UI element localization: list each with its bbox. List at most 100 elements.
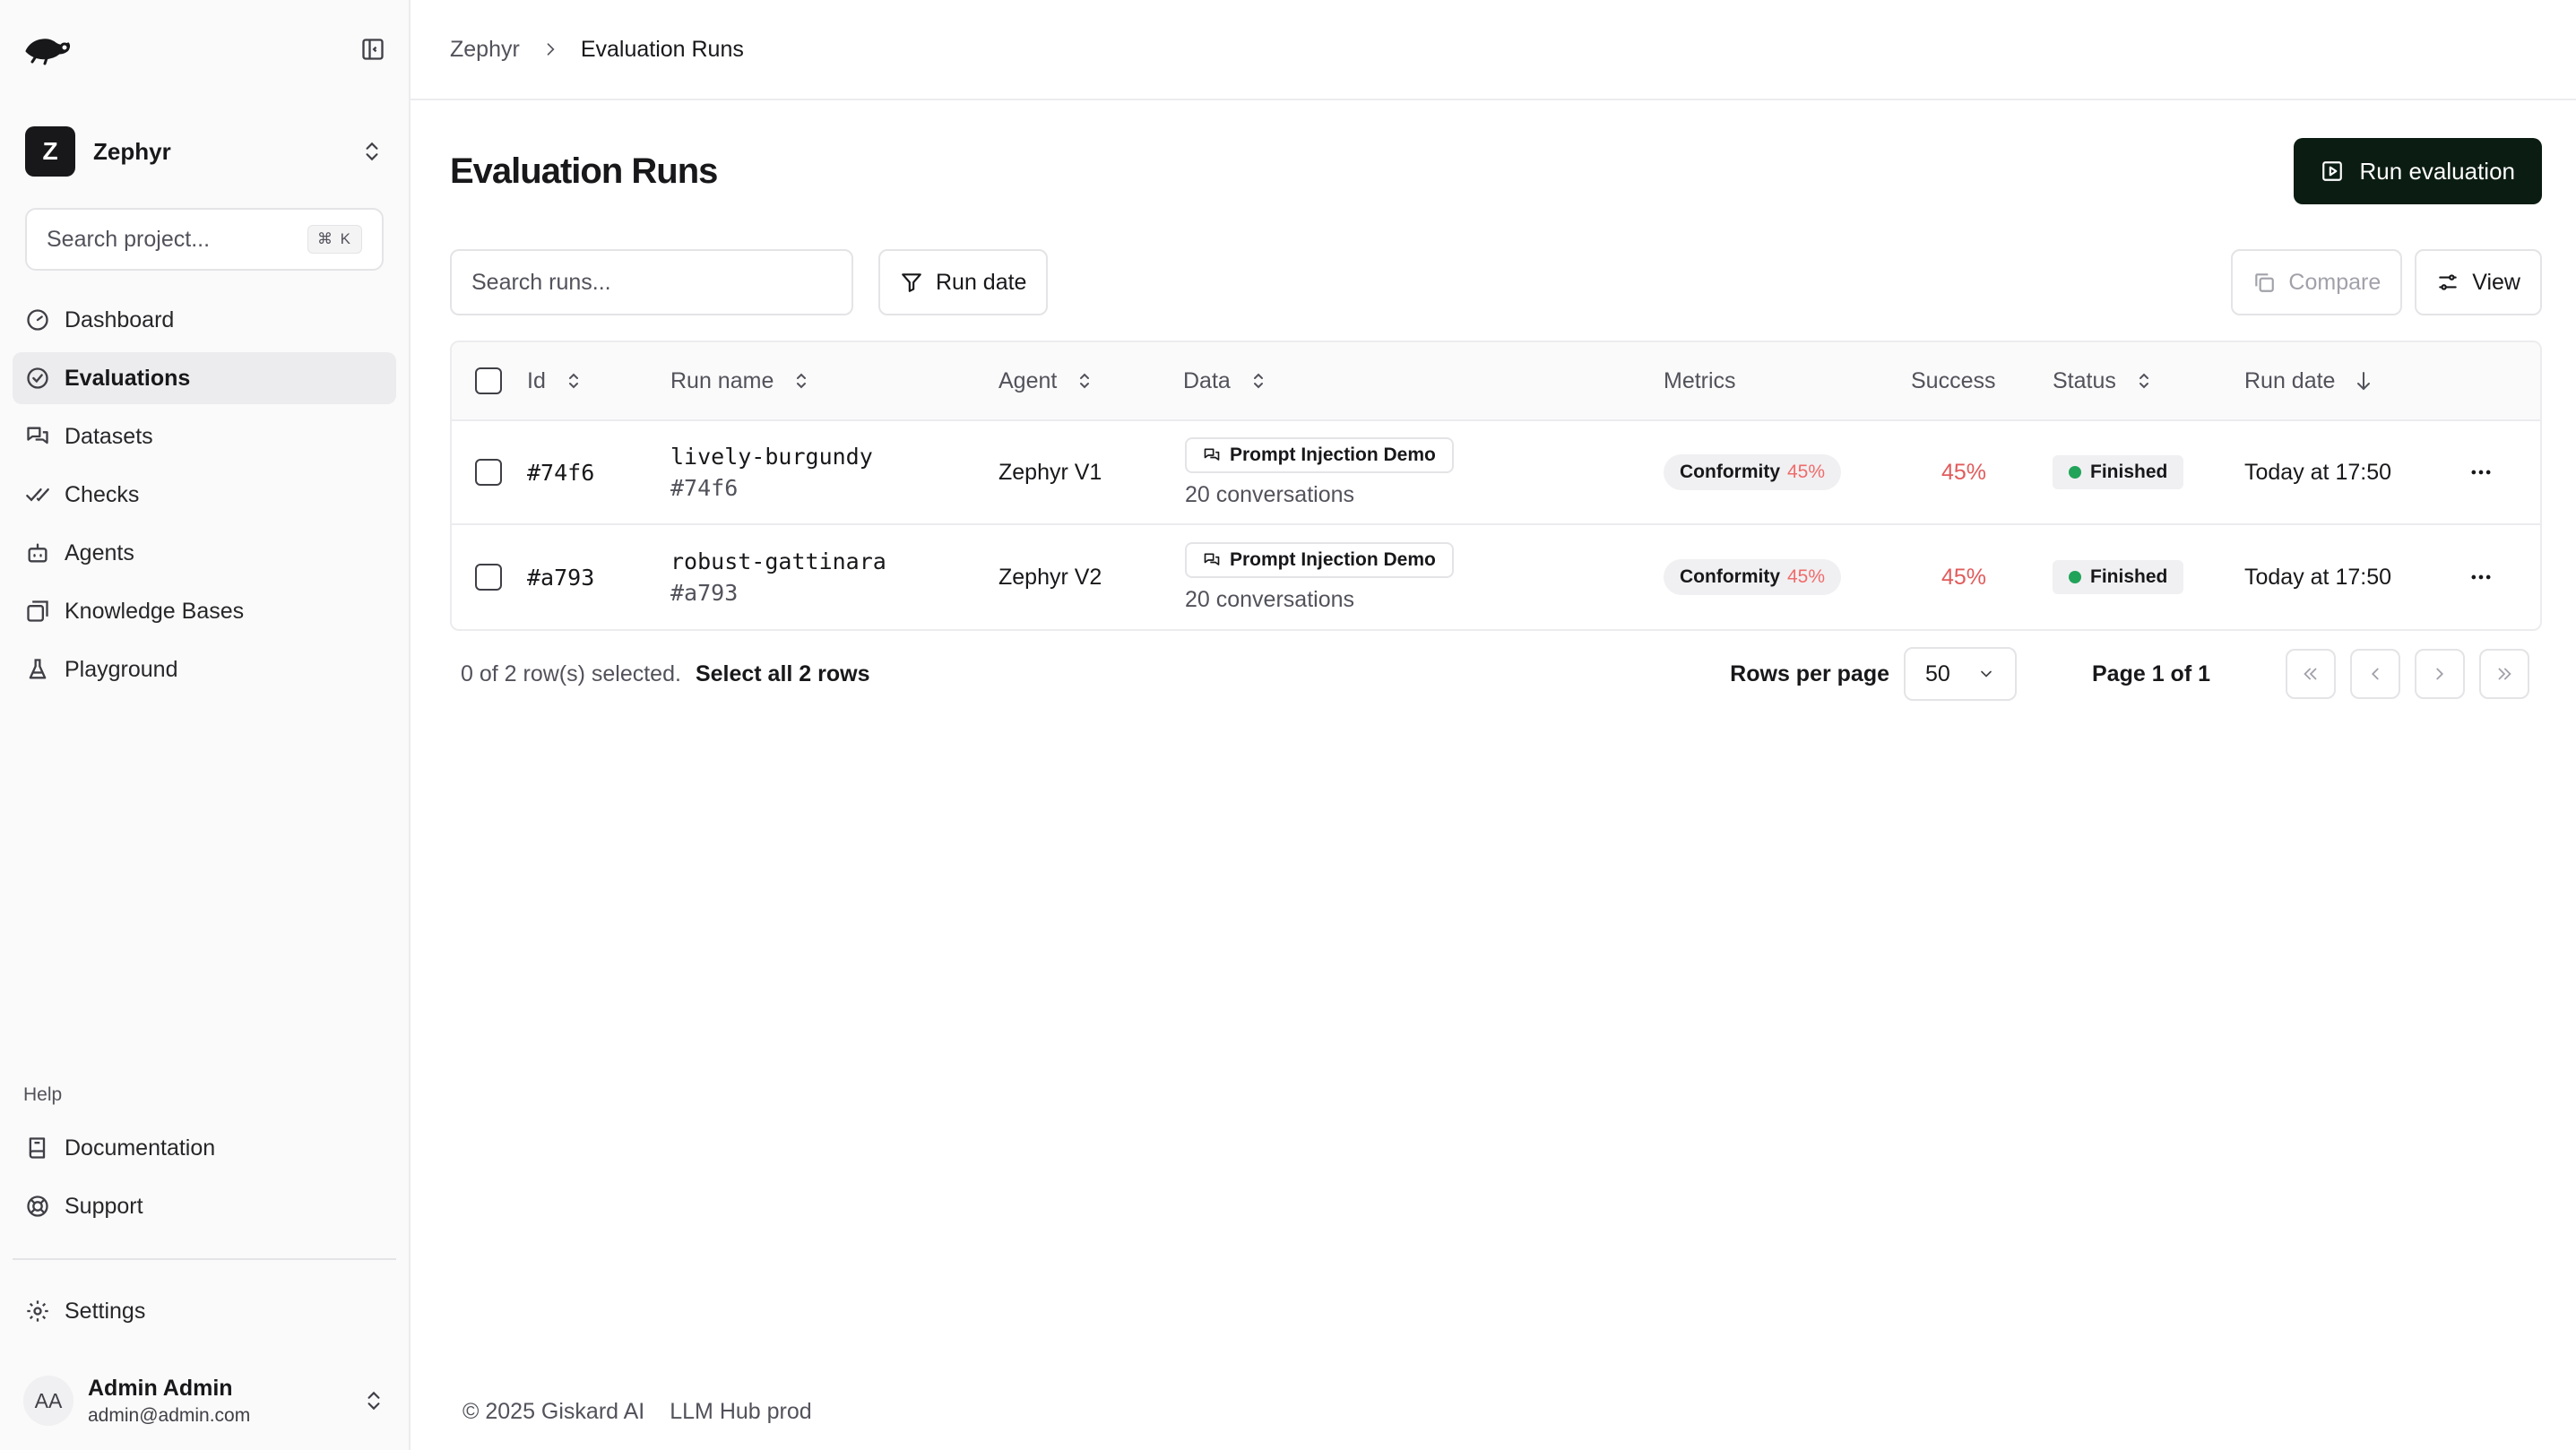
row-agent: Zephyr V1 (998, 459, 1102, 485)
shortcut-badge: ⌘ K (307, 225, 362, 254)
sliders-icon (2436, 271, 2459, 294)
help-nav: Documentation Support (13, 1122, 396, 1239)
project-switcher[interactable]: Z Zephyr (23, 122, 385, 181)
sidebar-item-documentation[interactable]: Documentation (13, 1122, 396, 1174)
sidebar-divider (13, 1258, 396, 1260)
select-all-checkbox[interactable] (475, 367, 502, 394)
sort-icon (1250, 371, 1266, 391)
table-header: Id Run name Agent Data Metrics Success S… (452, 342, 2540, 421)
sidebar-item-knowledge-bases[interactable]: Knowledge Bases (13, 585, 396, 637)
compare-button[interactable]: Compare (2231, 249, 2403, 315)
bot-icon (25, 540, 50, 565)
sidebar-header (0, 0, 409, 99)
user-menu[interactable]: AA Admin Admin admin@admin.com (23, 1371, 385, 1430)
sidebar-item-support[interactable]: Support (13, 1180, 396, 1232)
previous-page-button[interactable] (2350, 649, 2400, 699)
row-data: Prompt Injection Demo 20 conversations (1185, 436, 1454, 508)
project-avatar: Z (25, 126, 75, 177)
book-icon (25, 1135, 50, 1161)
sidebar-item-settings[interactable]: Settings (13, 1285, 396, 1337)
status-badge: Finished (2053, 560, 2184, 594)
last-page-button[interactable] (2479, 649, 2529, 699)
metric-badge: Conformity 45% (1664, 454, 1842, 490)
column-id-label: Id (527, 367, 546, 393)
next-page-button[interactable] (2415, 649, 2465, 699)
collapse-sidebar-icon[interactable] (360, 37, 385, 62)
row-actions-button[interactable] (2468, 460, 2494, 485)
chevron-left-icon (2365, 664, 2385, 684)
compare-label: Compare (2288, 269, 2382, 295)
sort-icon (566, 371, 582, 391)
column-run-date-label: Run date (2244, 367, 2336, 393)
sidebar-item-label: Checks (65, 481, 140, 507)
sidebar-item-checks[interactable]: Checks (13, 469, 396, 521)
rows-per-page-select[interactable]: 50 (1904, 647, 2017, 701)
breadcrumb-current: Evaluation Runs (580, 36, 744, 62)
arrow-down-icon (2355, 370, 2373, 392)
run-date-filter-label: Run date (936, 269, 1027, 295)
main-content: Zephyr Evaluation Runs Evaluation Runs R… (411, 0, 2576, 1450)
sidebar-item-datasets[interactable]: Datasets (13, 410, 396, 462)
metric-badge: Conformity 45% (1664, 559, 1842, 595)
first-page-button[interactable] (2286, 649, 2336, 699)
sidebar: Z Zephyr Search project... ⌘ K Dashboard… (0, 0, 411, 1450)
table-row[interactable]: #74f6 lively-burgundy #74f6 Zephyr V1 Pr… (452, 421, 2540, 525)
user-email: admin@admin.com (88, 1404, 251, 1426)
select-all-rows-link[interactable]: Select all 2 rows (696, 661, 870, 687)
breadcrumb-root[interactable]: Zephyr (450, 37, 520, 63)
sidebar-item-label: Evaluations (65, 365, 191, 391)
project-search-input[interactable]: Search project... ⌘ K (25, 208, 384, 271)
conversation-count: 20 conversations (1185, 586, 1355, 612)
row-actions-button[interactable] (2468, 565, 2494, 590)
rows-per-page-label: Rows per page (1730, 660, 1889, 686)
chevron-right-icon (541, 40, 559, 58)
play-square-icon (2321, 160, 2344, 183)
chat-bubbles-icon (25, 424, 50, 449)
selection-count: 0 of 2 row(s) selected. (461, 660, 681, 686)
project-name: Zephyr (93, 137, 171, 165)
gauge-icon (25, 307, 50, 332)
runs-table: Id Run name Agent Data Metrics Success S… (450, 341, 2542, 631)
metric-name: Conformity (1680, 462, 1780, 482)
row-run-date: Today at 17:50 (2244, 564, 2392, 590)
sidebar-item-dashboard[interactable]: Dashboard (13, 294, 396, 346)
settings-nav: Settings (13, 1285, 396, 1343)
search-runs-input[interactable]: Search runs... (450, 249, 853, 315)
chevron-right-icon (2430, 664, 2450, 684)
column-run-name[interactable]: Run name (670, 368, 809, 394)
column-agent[interactable]: Agent (998, 368, 1093, 394)
logo-icon[interactable] (23, 33, 73, 65)
dataset-badge[interactable]: Prompt Injection Demo (1185, 436, 1454, 473)
table-row[interactable]: #a793 robust-gattinara #a793 Zephyr V2 P… (452, 525, 2540, 629)
rows-per-page-value: 50 (1925, 660, 1950, 686)
column-id[interactable]: Id (527, 368, 582, 394)
row-id: #74f6 (527, 459, 595, 486)
status-dot (2069, 466, 2081, 479)
view-options-button[interactable]: View (2415, 249, 2542, 315)
more-horizontal-icon (2468, 460, 2494, 485)
footer: © 2025 Giskard AI LLM Hub prod (462, 1399, 812, 1425)
column-data[interactable]: Data (1183, 368, 1266, 394)
status-badge: Finished (2053, 455, 2184, 489)
conversation-count: 20 conversations (1185, 481, 1355, 507)
row-checkbox[interactable] (475, 459, 502, 486)
row-agent: Zephyr V2 (998, 564, 1102, 590)
user-info: Admin Admin admin@admin.com (88, 1376, 348, 1427)
column-run-name-label: Run name (670, 367, 774, 393)
run-evaluation-button[interactable]: Run evaluation (2293, 138, 2542, 204)
run-date-filter-button[interactable]: Run date (878, 249, 1049, 315)
sidebar-item-agents[interactable]: Agents (13, 527, 396, 579)
run-evaluation-label: Run evaluation (2359, 157, 2515, 185)
row-checkbox[interactable] (475, 564, 502, 591)
column-status[interactable]: Status (2053, 368, 2152, 394)
chevrons-right-icon (2494, 664, 2514, 684)
table-pagination: 0 of 2 row(s) selected. Select all 2 row… (450, 647, 2542, 701)
metric-percent: 45% (1787, 566, 1826, 587)
sidebar-item-evaluations[interactable]: Evaluations (13, 352, 396, 404)
filter-icon (900, 271, 923, 294)
row-data: Prompt Injection Demo 20 conversations (1185, 541, 1454, 613)
column-success: Success (1911, 367, 1996, 393)
dataset-badge[interactable]: Prompt Injection Demo (1185, 541, 1454, 578)
sidebar-item-playground[interactable]: Playground (13, 643, 396, 695)
column-run-date[interactable]: Run date (2244, 368, 2373, 394)
